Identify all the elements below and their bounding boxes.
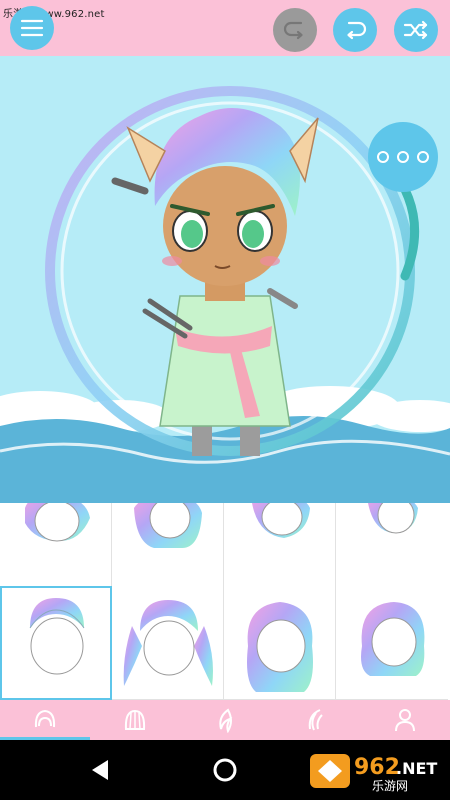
background-sea [0, 415, 450, 503]
redo-button[interactable] [333, 8, 377, 52]
tab-front-hair[interactable] [0, 700, 90, 740]
shuffle-button[interactable] [394, 8, 438, 52]
home-circle-icon[interactable] [212, 757, 238, 783]
hair-thumbnail [361, 602, 425, 676]
tab-hair-strand[interactable] [180, 700, 270, 740]
tab-back-hair[interactable] [90, 700, 180, 740]
body-icon [395, 709, 415, 732]
top-toolbar: 乐游网 www.962.net [0, 0, 450, 56]
hair-style-grid [0, 503, 450, 700]
hair-style-item[interactable] [224, 586, 336, 700]
hamburger-menu-icon [20, 19, 44, 37]
more-options-dot [397, 151, 409, 163]
more-options-button[interactable] [368, 122, 438, 192]
shuffle-icon [403, 20, 428, 40]
tab-hair-accessory[interactable] [270, 700, 360, 740]
hair-thumbnail [247, 602, 313, 692]
hair-thumbnail [29, 598, 85, 675]
hair-strand-icon [219, 708, 233, 733]
logo-chinese: 乐游网 [372, 779, 408, 793]
character-preview [0, 56, 450, 503]
hair-accessory-icon [308, 709, 323, 731]
undo-icon [283, 21, 303, 40]
back-triangle-icon[interactable] [88, 758, 112, 782]
hair-style-item-selected[interactable] [0, 586, 112, 700]
logo-suffix: .NET [396, 759, 437, 778]
more-options-icon [377, 151, 389, 163]
back-hair-icon [124, 709, 146, 730]
logo-number: 962 [354, 755, 400, 780]
hair-thumbnail [123, 600, 213, 686]
front-hair-icon [34, 709, 56, 728]
redo-icon [347, 21, 367, 40]
undo-button[interactable] [273, 8, 317, 52]
hair-style-item[interactable] [112, 586, 224, 700]
tab-body[interactable] [360, 700, 450, 740]
site-logo: 962 .NET 乐游网 [310, 754, 437, 793]
more-options-dot [417, 151, 429, 163]
category-tabs [0, 700, 450, 740]
menu-button[interactable] [10, 6, 54, 50]
hair-style-item[interactable] [336, 586, 448, 700]
preview-scene [0, 86, 450, 503]
